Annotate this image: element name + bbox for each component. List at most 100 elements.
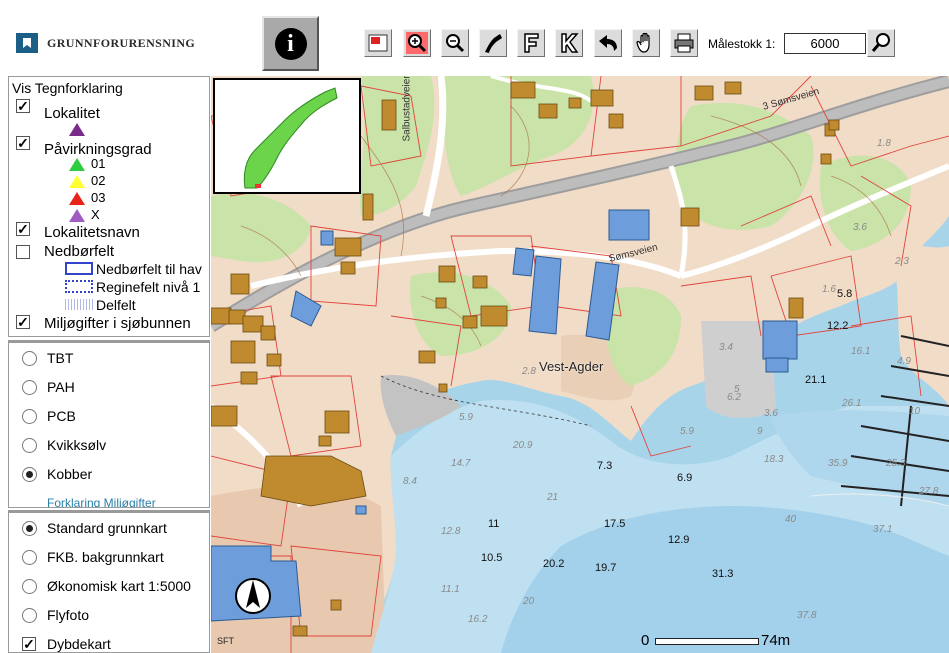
depth-label: 12.2 — [827, 320, 849, 332]
pollutant-label: PCB — [47, 408, 76, 424]
nedborfelt-hav-swatch — [65, 262, 93, 275]
zoom-out-button[interactable] — [441, 29, 469, 57]
delfelt-swatch — [65, 299, 93, 310]
zoom-out-icon — [446, 34, 465, 53]
grade-3-triangle-icon — [69, 209, 85, 222]
depth-contour-label: 3.6 — [764, 408, 778, 419]
depth-contour-label: 21 — [547, 492, 559, 503]
scale-input[interactable] — [784, 33, 866, 54]
depth-contour-label: 3.4 — [719, 342, 733, 353]
grade-1-triangle-icon — [69, 175, 85, 188]
depth-contour-label: 14.7 — [451, 458, 471, 469]
map-view[interactable]: 5.8 12.2 21.1 7.3 6.9 11 17.5 12.9 10.5 20.2 19.7 3… — [211, 76, 949, 653]
depth-contour-label: 18.3 — [764, 454, 784, 465]
info-button[interactable]: i — [262, 16, 319, 71]
f-button[interactable] — [517, 29, 545, 57]
depth-contour-label: 1.8 — [877, 138, 891, 149]
basemap-radio[interactable] — [22, 521, 37, 536]
depth-contour-label: 4.9 — [897, 356, 911, 367]
basemap-radio[interactable] — [22, 579, 37, 594]
delfelt-label: Delfelt — [96, 297, 136, 313]
road-label: Salbustadveien — [401, 76, 413, 142]
dybdekart-checkbox[interactable]: ✓ — [22, 637, 36, 651]
k-icon — [561, 33, 579, 53]
depth-contour-label: 11.1 — [441, 584, 460, 595]
search-icon — [871, 33, 890, 52]
pan-button[interactable] — [632, 29, 660, 57]
grade-0-triangle-icon — [69, 158, 85, 171]
depth-contour-label: 20.9 — [513, 440, 533, 451]
k-button[interactable] — [555, 29, 583, 57]
pollutant-label: TBT — [47, 350, 74, 366]
depth-contour-label: 37.8 — [797, 610, 817, 621]
depth-contour-label: 27.8 — [919, 486, 939, 497]
scalebar-end: 74m — [761, 632, 791, 649]
toolbar: GRUNNFORURENSNING i Målestokk 1: 6000 — [0, 0, 949, 76]
pollutant-radio[interactable] — [22, 380, 37, 395]
depth-contour-label: 2.3 — [895, 256, 909, 267]
depth-contour-label: 8.4 — [403, 476, 417, 487]
scale-search-button[interactable] — [867, 29, 895, 57]
basemap-radio[interactable] — [22, 608, 37, 623]
forklaring-link[interactable]: Forklaring Miljøgifter — [47, 496, 156, 507]
lokalitetsnavn-checkbox[interactable]: ✓ — [16, 222, 30, 236]
depth-contour-label: 25.3 — [886, 458, 906, 469]
depth-label: 31.3 — [712, 568, 734, 580]
grade-label: 01 — [91, 156, 106, 171]
grade-label: 03 — [91, 190, 106, 205]
print-icon — [674, 33, 694, 53]
lokalitetsnavn-label: Lokalitetsnavn — [44, 224, 140, 241]
back-button[interactable] — [594, 29, 622, 57]
depth-contour-label: 9 — [757, 426, 763, 437]
print-button[interactable] — [670, 29, 698, 57]
measure-button[interactable] — [479, 29, 507, 57]
north-arrow — [233, 576, 273, 616]
basemap-label: FKB. bakgrunnkart — [47, 549, 164, 565]
depth-contour-label: 26.1 — [842, 398, 862, 409]
scalebar-start: 0 — [641, 632, 650, 649]
pollutant-radio[interactable] — [22, 438, 37, 453]
info-icon: i — [274, 27, 307, 60]
overview-map-button[interactable] — [364, 29, 392, 57]
lokalitet-checkbox[interactable]: ✓ — [16, 99, 30, 113]
depth-label: 17.5 — [604, 518, 626, 530]
basemap-label: Dybdekart — [47, 636, 111, 652]
back-icon — [599, 35, 617, 51]
grade-label: X — [91, 207, 100, 222]
scalebar-bar — [655, 638, 759, 645]
pollutant-panel: TBT PAH PCB Kvikksølv Kobber Forklaring Milj… — [8, 340, 210, 508]
nedborfelt-hav-label: Nedbørfelt til hav — [96, 261, 202, 277]
basemap-radio[interactable] — [22, 550, 37, 565]
depth-label: 11 — [488, 518, 500, 530]
miljogifter-checkbox[interactable]: ✓ — [16, 315, 30, 329]
depth-label: 20.2 — [543, 558, 565, 570]
logo-text: GRUNNFORURENSNING — [47, 35, 196, 50]
measure-icon — [485, 34, 502, 53]
depth-contour-label: 12.8 — [441, 526, 461, 537]
reginefelt-swatch — [65, 280, 93, 293]
basemap-label: Flyfoto — [47, 607, 90, 623]
depth-label: 5.8 — [837, 288, 853, 300]
compass-icon — [235, 578, 271, 614]
overview-map[interactable] — [213, 78, 361, 194]
nedborfelt-checkbox[interactable] — [16, 245, 30, 259]
depth-contour-label: 20 — [523, 596, 535, 607]
depth-label: 19.7 — [595, 562, 617, 574]
depth-contour-label: 5.9 — [459, 412, 473, 423]
paavirkning-checkbox[interactable]: ✓ — [16, 136, 30, 150]
pollutant-radio[interactable] — [22, 409, 37, 424]
grade-label: 02 — [91, 173, 106, 188]
place-name-label: Vest-Agder — [539, 359, 604, 374]
zoom-in-button[interactable] — [403, 29, 431, 57]
depth-contour-label: 40 — [785, 514, 797, 525]
depth-contour-label: 37.1 — [873, 524, 893, 535]
pollutant-radio[interactable] — [22, 467, 37, 482]
depth-contour-label: 1.6 — [822, 284, 836, 295]
pollutant-radio[interactable] — [22, 351, 37, 366]
basemap-panel: Standard grunnkart FKB. bakgrunnkart Økono… — [8, 510, 210, 653]
legend-panel: Vis Tegnforklaring ✓ Lokalitet ✓ Påvirkn… — [8, 76, 210, 337]
depth-contour-label: 16.1 — [851, 346, 871, 357]
scale-label: Målestokk 1: — [708, 37, 776, 51]
legend-title: Vis Tegnforklaring — [12, 80, 123, 96]
depth-contour-label: 3.6 — [853, 222, 867, 233]
